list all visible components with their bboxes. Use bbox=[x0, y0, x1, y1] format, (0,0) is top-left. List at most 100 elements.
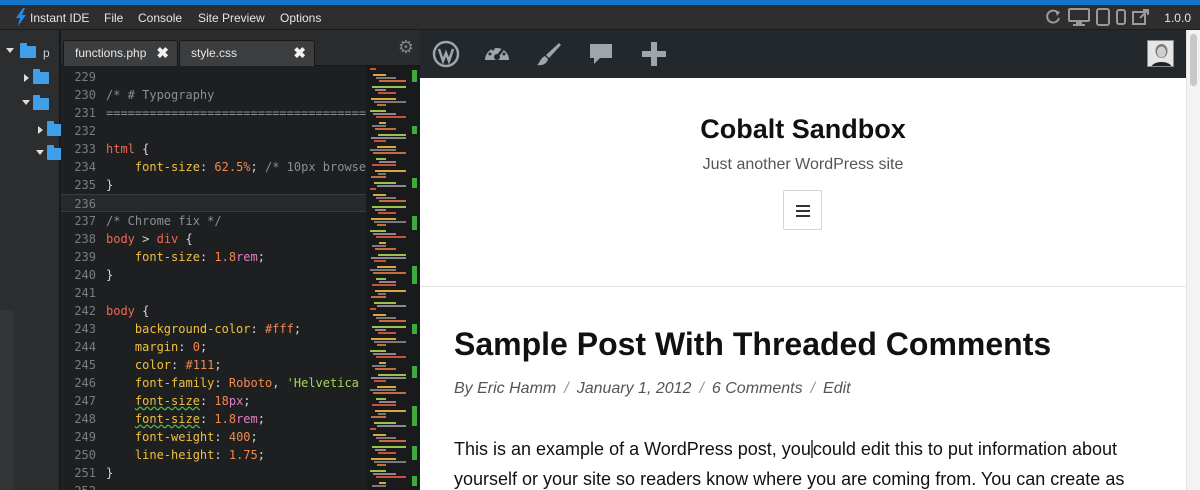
code-line[interactable]: 232 bbox=[61, 122, 366, 140]
code-line[interactable]: 242 body { bbox=[61, 302, 366, 320]
code-line[interactable]: 238 body > div { bbox=[61, 230, 366, 248]
code-token: { bbox=[178, 232, 193, 246]
minimap-line bbox=[376, 398, 386, 400]
menu-toggle-button[interactable] bbox=[783, 190, 822, 230]
minimap-change-marker bbox=[412, 216, 417, 230]
line-number: 232 bbox=[74, 124, 96, 138]
line-number: 235 bbox=[74, 178, 96, 192]
line-number: 252 bbox=[61, 482, 96, 490]
minimap-line bbox=[370, 428, 376, 430]
minimap-line bbox=[375, 329, 386, 331]
code-line[interactable]: 252 bbox=[61, 482, 366, 490]
wordpress-icon[interactable] bbox=[432, 40, 460, 68]
minimap-line bbox=[371, 296, 386, 298]
code-text: color: #111; bbox=[106, 356, 222, 374]
chevron-right-icon[interactable] bbox=[24, 74, 29, 82]
minimap-line bbox=[379, 482, 386, 484]
code-line[interactable]: 229 bbox=[61, 68, 366, 86]
code-line[interactable]: 250 line-height: 1.75; bbox=[61, 446, 366, 464]
chevron-down-icon[interactable] bbox=[6, 48, 14, 53]
post-edit-link[interactable]: Edit bbox=[823, 380, 851, 397]
site-title[interactable]: Cobalt Sandbox bbox=[420, 114, 1186, 145]
code-line[interactable]: 245 color: #111; bbox=[61, 356, 366, 374]
code-line[interactable]: 241 bbox=[61, 284, 366, 302]
minimap-line bbox=[376, 437, 396, 439]
file-tree-item[interactable]: p bbox=[0, 42, 60, 64]
code-line[interactable]: 235} bbox=[61, 176, 366, 194]
code-line[interactable]: 240} bbox=[61, 266, 366, 284]
code-line[interactable]: 247 font-size: 18px; bbox=[61, 392, 366, 410]
code-line[interactable]: 237 /* Chrome fix */ bbox=[61, 212, 366, 230]
post-author[interactable]: By Eric Hamm bbox=[454, 380, 556, 397]
file-tree-item[interactable] bbox=[0, 144, 63, 166]
minimap-line bbox=[379, 242, 386, 244]
post-comments-link[interactable]: 6 Comments bbox=[712, 380, 803, 397]
tablet-icon[interactable] bbox=[1096, 8, 1110, 29]
menu-options[interactable]: Options bbox=[280, 11, 321, 25]
avatar[interactable] bbox=[1147, 40, 1174, 67]
code-line[interactable]: 230 /* # Typography bbox=[61, 86, 366, 104]
code-line[interactable]: 239 font-size: 1.8rem; bbox=[61, 248, 366, 266]
preview-toolbar bbox=[1044, 8, 1150, 29]
code-line[interactable]: 231 =====================================… bbox=[61, 104, 366, 122]
minimap-line bbox=[379, 122, 386, 124]
chevron-right-icon[interactable] bbox=[38, 126, 43, 134]
external-link-icon[interactable] bbox=[1132, 8, 1150, 29]
desktop-icon[interactable] bbox=[1068, 8, 1090, 29]
post-title[interactable]: Sample Post With Threaded Comments bbox=[454, 326, 1051, 363]
post-body: This is an example of a WordPress post, … bbox=[454, 434, 1154, 490]
minimap-line bbox=[376, 278, 386, 280]
code-line[interactable]: 234 font-size: 62.5%; /* 10px browser bbox=[61, 158, 366, 176]
file-tree-scrollbar[interactable] bbox=[0, 310, 14, 490]
gear-icon[interactable]: ⚙ bbox=[396, 37, 416, 57]
close-icon[interactable]: ✖ bbox=[156, 44, 169, 62]
menu-console[interactable]: Console bbox=[138, 11, 182, 25]
minimap[interactable] bbox=[366, 66, 420, 490]
comments-icon[interactable] bbox=[587, 40, 615, 68]
minimap-line bbox=[372, 404, 396, 406]
tab-style-css[interactable]: style.css ✖ bbox=[179, 40, 315, 66]
new-content-icon[interactable] bbox=[640, 40, 668, 68]
code-text: background-color: #fff; bbox=[106, 320, 301, 338]
app-name-menu[interactable]: Instant IDE bbox=[30, 11, 89, 25]
folder-icon bbox=[33, 95, 49, 110]
customize-icon[interactable] bbox=[535, 40, 563, 68]
code-line[interactable]: 233 html { bbox=[61, 140, 366, 158]
close-icon[interactable]: ✖ bbox=[293, 44, 306, 62]
code-line[interactable]: 249 font-weight: 400; bbox=[61, 428, 366, 446]
chevron-down-icon[interactable] bbox=[36, 150, 44, 155]
minimap-line bbox=[372, 125, 386, 127]
code-token: font-size bbox=[134, 160, 200, 174]
scrollbar-thumb[interactable] bbox=[1190, 34, 1197, 86]
meta-separator: / bbox=[564, 380, 569, 397]
code-line[interactable]: 236 bbox=[61, 194, 366, 212]
code-area[interactable]: 229 230 /* # Typography 231 ================… bbox=[61, 66, 366, 490]
code-line[interactable]: 244 margin: 0; bbox=[61, 338, 366, 356]
chevron-down-icon[interactable] bbox=[22, 100, 30, 105]
dashboard-icon[interactable] bbox=[483, 40, 511, 68]
code-line[interactable]: 246 font-family: Roboto, 'Helvetica N bbox=[61, 374, 366, 392]
code-token: div bbox=[156, 232, 179, 246]
minimap-line bbox=[373, 392, 406, 394]
folder-icon bbox=[20, 43, 36, 58]
file-tree-item[interactable] bbox=[0, 68, 60, 90]
site-tagline: Just another WordPress site bbox=[702, 156, 904, 173]
file-tree-item[interactable] bbox=[0, 120, 63, 142]
code-line[interactable]: 243 background-color: #fff; bbox=[61, 320, 366, 338]
preview-scrollbar[interactable] bbox=[1186, 30, 1200, 490]
code-line[interactable]: 251} bbox=[61, 464, 366, 482]
refresh-icon[interactable] bbox=[1044, 8, 1062, 29]
code-line[interactable]: 248 font-size: 1.8rem; bbox=[61, 410, 366, 428]
menu-file[interactable]: File bbox=[104, 11, 123, 25]
post-date[interactable]: January 1, 2012 bbox=[577, 380, 692, 397]
menu-site-preview[interactable]: Site Preview bbox=[198, 11, 265, 25]
minimap-line bbox=[374, 221, 406, 223]
file-tree-item[interactable] bbox=[0, 94, 60, 116]
phone-icon[interactable] bbox=[1116, 8, 1126, 29]
code-token: body bbox=[106, 304, 135, 318]
tab-functions-php[interactable]: functions.php ✖ bbox=[63, 40, 178, 66]
